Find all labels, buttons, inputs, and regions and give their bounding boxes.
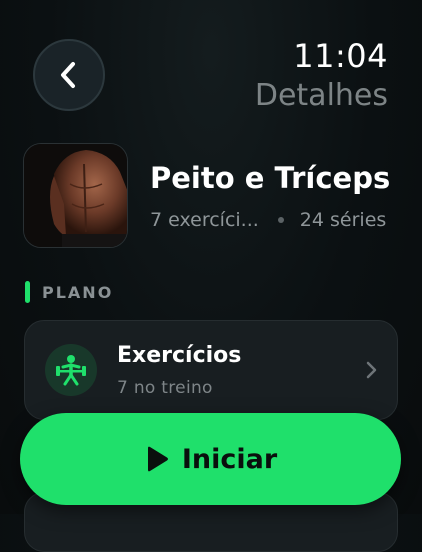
exercises-card-subtitle: 7 no treino (117, 378, 213, 398)
workout-meta: 7 exercíci... 24 séries (150, 209, 386, 231)
play-icon (147, 446, 168, 472)
series-count: 24 séries (299, 209, 387, 231)
start-button-label: Iniciar (181, 443, 278, 475)
exercise-count: 7 exercíci... (150, 209, 259, 231)
section-accent-bar (25, 281, 30, 303)
section-label-plan: PLANO (42, 283, 114, 302)
exercises-card[interactable]: Exercícios 7 no treino (24, 320, 398, 420)
exercises-card-title: Exercícios (117, 343, 242, 368)
start-button[interactable]: Iniciar (20, 413, 401, 505)
status-time: 11:04 (293, 37, 388, 75)
weightlifter-icon (45, 344, 97, 396)
chevron-left-icon (61, 62, 75, 88)
page-title: Detalhes (254, 78, 388, 113)
separator-dot (277, 217, 284, 223)
workout-thumbnail (23, 143, 128, 248)
workout-title: Peito e Tríceps (150, 161, 391, 195)
back-button[interactable] (33, 39, 105, 111)
chevron-right-icon (366, 361, 377, 379)
